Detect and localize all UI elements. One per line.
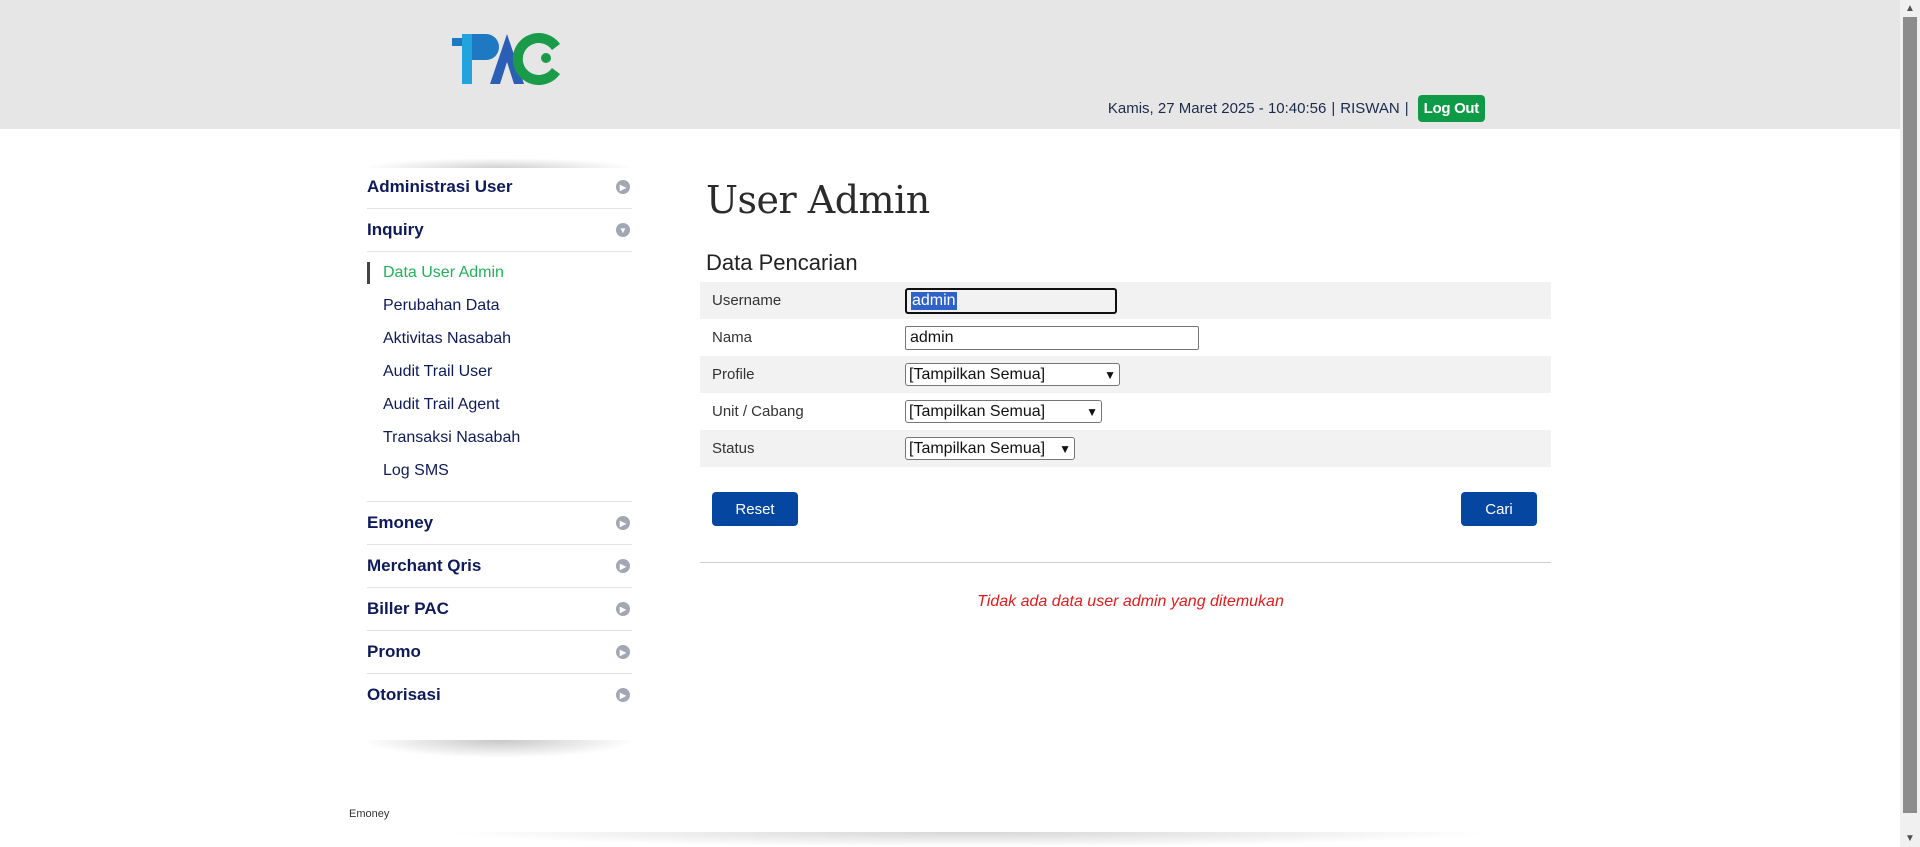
sidebar-item-label: Otorisasi (367, 685, 441, 704)
sidebar-item-label: Merchant Qris (367, 556, 482, 575)
nama-input[interactable]: admin (905, 325, 1199, 350)
chevron-right-circle-icon: ▶ (616, 559, 630, 573)
unit-cabang-select[interactable]: [Tampilkan Semua] ▼ (905, 400, 1102, 423)
chevron-right-circle-icon: ▶ (616, 645, 630, 659)
submenu-item-log-sms[interactable]: Log SMS (367, 454, 632, 487)
scrollbar-thumb[interactable] (1903, 17, 1917, 813)
inquiry-submenu: Data User Admin Perubahan Data Aktivitas… (367, 252, 632, 502)
sidebar-item-biller-pac[interactable]: Biller PAC ▶ (367, 588, 632, 631)
profile-select[interactable]: [Tampilkan Semua] ▼ (905, 363, 1120, 386)
username-label: Username (712, 292, 782, 309)
form-row-profile: Profile [Tampilkan Semua] ▼ (700, 356, 1551, 393)
sidebar-item-merchant-qris[interactable]: Merchant Qris ▶ (367, 545, 632, 588)
chevron-down-icon: ▼ (1059, 441, 1071, 456)
chevron-down-icon: ▼ (1104, 367, 1116, 382)
reset-button[interactable]: Reset (712, 492, 798, 526)
submenu-item-aktivitas-nasabah[interactable]: Aktivitas Nasabah (367, 322, 632, 355)
logged-in-username: RISWAN (1340, 99, 1400, 117)
profile-selected-value: [Tampilkan Semua] (909, 365, 1046, 383)
sidebar-item-inquiry[interactable]: Inquiry ▼ (367, 209, 632, 252)
submenu-item-audit-trail-agent[interactable]: Audit Trail Agent (367, 388, 632, 421)
unit-cabang-label: Unit / Cabang (712, 403, 804, 420)
search-form: Username admin Nama admin Profile [Tampi… (700, 282, 1551, 467)
sidebar-shadow (362, 740, 637, 758)
footer-text: Emoney (349, 808, 390, 820)
username-value: admin (911, 291, 957, 310)
sidebar-item-label: Biller PAC (367, 599, 449, 618)
profile-label: Profile (712, 366, 755, 383)
sidebar-shadow (362, 158, 637, 168)
sidebar-menu: Administrasi User ▶ Inquiry ▼ Data User … (362, 158, 637, 758)
chevron-down-circle-icon: ▼ (616, 223, 630, 237)
nama-value: admin (910, 328, 954, 346)
empty-result-message: Tidak ada data user admin yang ditemukan (977, 593, 1284, 610)
section-title: Data Pencarian (706, 250, 858, 275)
sidebar-item-administrasi-user[interactable]: Administrasi User ▶ (367, 166, 632, 209)
main-content: User Admin Data Pencarian Username admin… (700, 166, 1551, 611)
vertical-scrollbar[interactable]: ▲ ▼ (1900, 0, 1920, 847)
status-label: Status (712, 440, 755, 457)
separator: | (1331, 99, 1336, 117)
sidebar-item-label: Emoney (367, 513, 434, 532)
footer-shadow (440, 832, 1500, 847)
separator: | (1404, 99, 1409, 117)
form-row-nama: Nama admin (700, 319, 1551, 356)
chevron-right-circle-icon: ▶ (616, 688, 630, 702)
page-title: User Admin (706, 178, 930, 222)
form-row-unit-cabang: Unit / Cabang [Tampilkan Semua] ▼ (700, 393, 1551, 430)
sidebar-item-label: Administrasi User (367, 177, 513, 196)
current-datetime: Kamis, 27 Maret 2025 - 10:40:56 (1107, 99, 1327, 117)
scroll-down-arrow-icon[interactable]: ▼ (1900, 830, 1920, 847)
sidebar-item-otorisasi[interactable]: Otorisasi ▶ (367, 674, 632, 716)
form-actions: Reset Cari (700, 492, 1551, 528)
chevron-right-circle-icon: ▶ (616, 602, 630, 616)
submenu-item-audit-trail-user[interactable]: Audit Trail User (367, 355, 632, 388)
content-divider (700, 562, 1551, 563)
submenu-item-data-user-admin[interactable]: Data User Admin (367, 256, 632, 289)
submenu-item-perubahan-data[interactable]: Perubahan Data (367, 289, 632, 322)
sidebar-item-label: Promo (367, 642, 421, 661)
nama-label: Nama (712, 329, 753, 346)
sidebar-item-label: Inquiry (367, 220, 424, 239)
form-row-status: Status [Tampilkan Semua] ▼ (700, 430, 1551, 467)
unit-cabang-selected-value: [Tampilkan Semua] (909, 402, 1046, 420)
scroll-up-arrow-icon[interactable]: ▲ (1900, 0, 1920, 17)
form-row-username: Username admin (700, 282, 1551, 319)
sidebar-item-promo[interactable]: Promo ▶ (367, 631, 632, 674)
status-select[interactable]: [Tampilkan Semua] ▼ (905, 437, 1075, 460)
chevron-down-icon: ▼ (1086, 404, 1098, 419)
status-selected-value: [Tampilkan Semua] (909, 439, 1046, 457)
sidebar-item-emoney[interactable]: Emoney ▶ (367, 502, 632, 545)
submenu-item-transaksi-nasabah[interactable]: Transaksi Nasabah (367, 421, 632, 454)
user-status-bar: Kamis, 27 Maret 2025 - 10:40:56 | RISWAN… (1107, 94, 1485, 122)
search-button[interactable]: Cari (1461, 492, 1537, 526)
top-header: Kamis, 27 Maret 2025 - 10:40:56 | RISWAN… (0, 0, 1900, 129)
pac-logo (452, 33, 560, 85)
chevron-right-circle-icon: ▶ (616, 516, 630, 530)
chevron-right-circle-icon: ▶ (616, 180, 630, 194)
logout-button[interactable]: Log Out (1417, 94, 1485, 122)
username-input[interactable]: admin (905, 287, 1117, 314)
